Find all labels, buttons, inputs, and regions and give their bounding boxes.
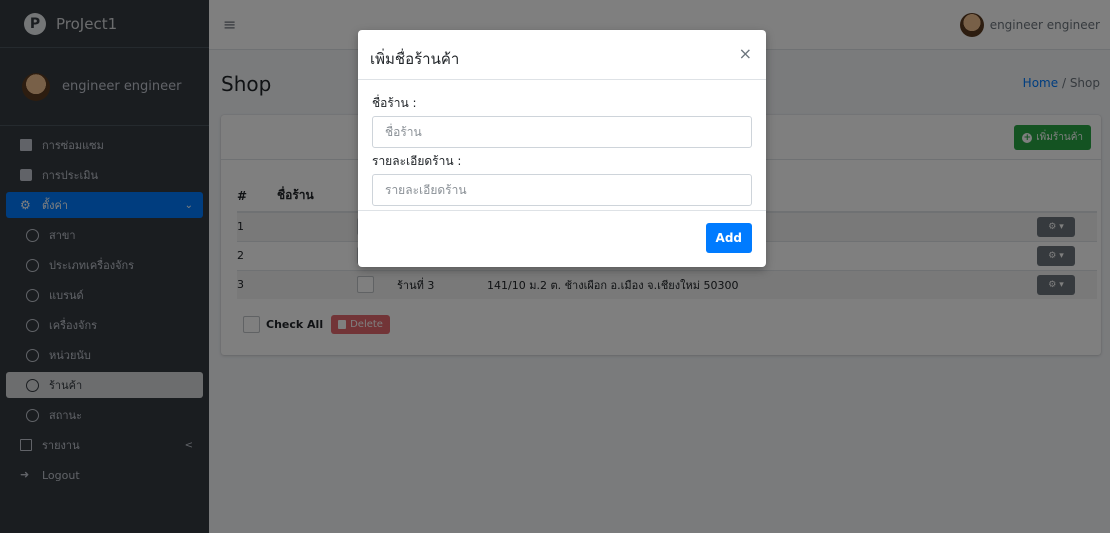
shop-detail-input[interactable] [372, 174, 752, 206]
shop-detail-label: รายละเอียดร้าน : [372, 154, 462, 168]
shop-name-label: ชื่อร้าน : [372, 96, 417, 110]
shop-name-input[interactable] [372, 116, 752, 148]
close-icon[interactable]: × [739, 44, 752, 63]
add-shop-modal: เพิ่มชื่อร้านค้า × ชื่อร้าน : รายละเอียด… [358, 30, 766, 267]
modal-header: เพิ่มชื่อร้านค้า × [358, 30, 766, 80]
modal-body: ชื่อร้าน : รายละเอียดร้าน : [358, 80, 766, 210]
modal-footer: Add [358, 210, 766, 267]
modal-title: เพิ่มชื่อร้านค้า [370, 50, 460, 68]
add-button[interactable]: Add [705, 223, 752, 253]
